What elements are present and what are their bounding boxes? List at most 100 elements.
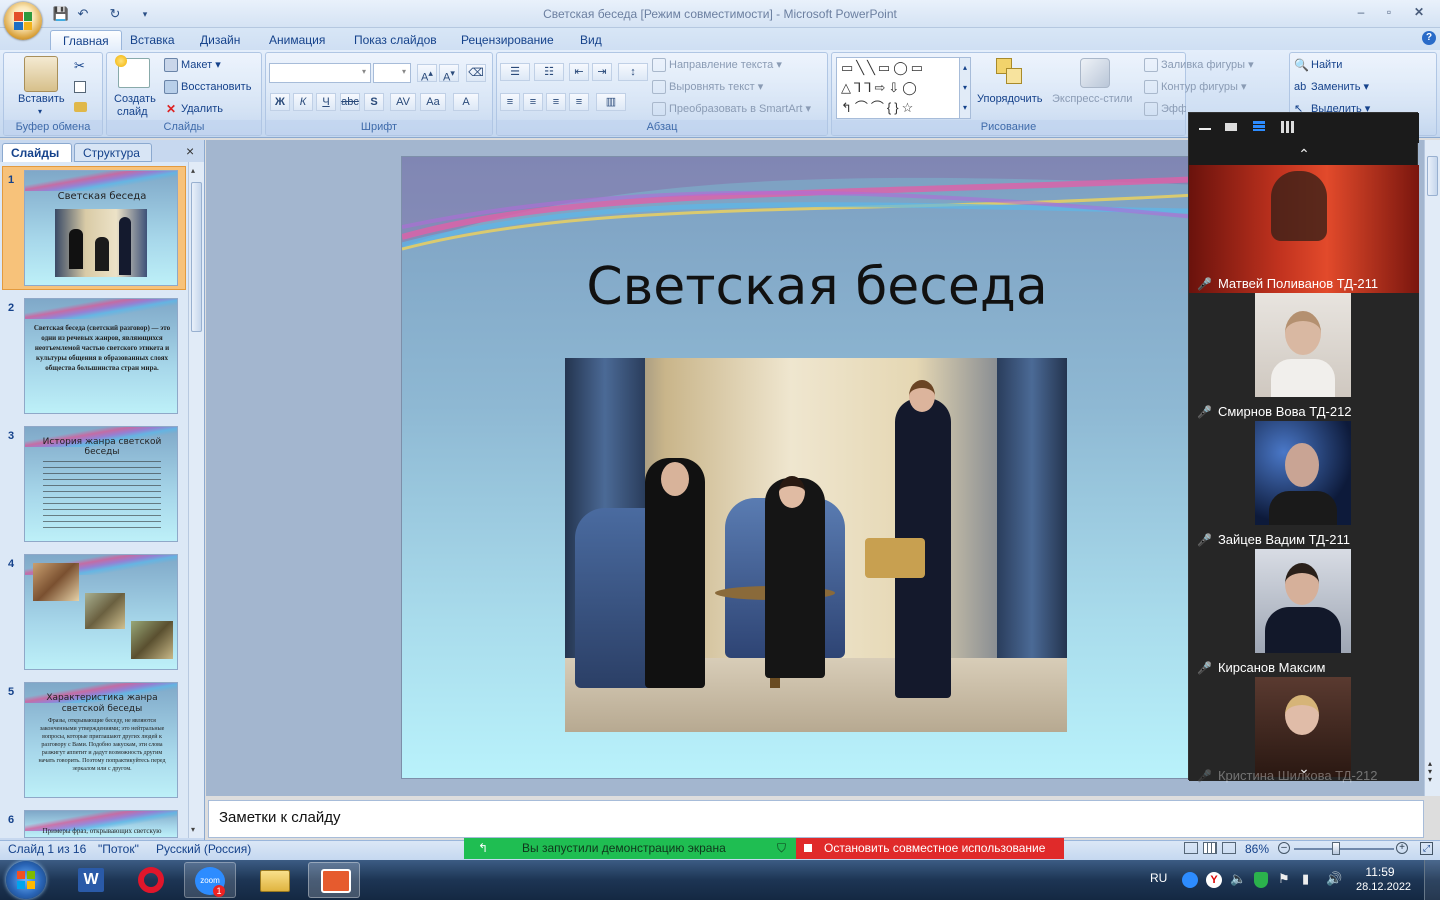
- font-color-icon[interactable]: A: [453, 93, 479, 111]
- zoom-slider-thumb[interactable]: [1332, 842, 1340, 855]
- taskbar-explorer[interactable]: [248, 862, 300, 898]
- panel-scrollbar[interactable]: ▴ ▾: [188, 162, 204, 838]
- slide-thumbnail-4[interactable]: [24, 554, 178, 670]
- zoom-hide-video-icon[interactable]: [1225, 123, 1237, 131]
- align-center-icon[interactable]: ≡: [523, 93, 543, 111]
- align-text-button[interactable]: Выровнять текст ▾: [652, 80, 763, 95]
- italic-icon[interactable]: К: [293, 93, 313, 111]
- slideshow-view-icon[interactable]: [1222, 842, 1236, 854]
- language-status[interactable]: Русский (Россия): [156, 842, 251, 856]
- help-icon[interactable]: ?: [1422, 31, 1436, 45]
- delete-button[interactable]: ✕ Удалить: [164, 102, 223, 116]
- cut-icon[interactable]: ✂: [74, 58, 85, 74]
- copy-icon[interactable]: [74, 81, 86, 93]
- tray-network-icon[interactable]: ▮: [1302, 871, 1309, 887]
- layout-button[interactable]: Макет ▾: [164, 58, 221, 73]
- tab-animation[interactable]: Анимация: [257, 30, 337, 50]
- smartart-button[interactable]: Преобразовать в SmartArt ▾: [652, 102, 811, 117]
- notes-pane[interactable]: Заметки к слайду: [208, 800, 1424, 838]
- increase-indent-icon[interactable]: ⇥: [592, 63, 612, 81]
- zoom-out-icon[interactable]: –: [1278, 842, 1290, 854]
- slide-scrollbar[interactable]: ▴ ▾ ▾: [1424, 140, 1440, 796]
- tray-yandex-icon[interactable]: Y: [1206, 872, 1222, 888]
- current-slide[interactable]: Светская беседа: [401, 156, 1245, 779]
- shapes-gallery[interactable]: ▭╲╲▭◯▭ △⅂⅂⇨⇩◯ ↰⌒⌒{}☆: [836, 57, 960, 119]
- font-name-select[interactable]: ▾: [269, 63, 371, 83]
- tab-home[interactable]: Главная: [50, 30, 122, 50]
- reset-button[interactable]: Восстановить: [164, 80, 251, 94]
- stop-share-button[interactable]: Остановить совместное использование: [796, 838, 1064, 859]
- zoom-level[interactable]: 86%: [1245, 842, 1269, 856]
- zoom-gallery-view-icon[interactable]: [1281, 121, 1294, 133]
- slide-thumbnail-1[interactable]: Светская беседа: [24, 170, 178, 286]
- align-right-icon[interactable]: ≡: [546, 93, 566, 111]
- shape-outline-button[interactable]: Контур фигуры ▾: [1144, 80, 1247, 95]
- tab-view[interactable]: Вид: [568, 30, 614, 50]
- shapes-gallery-scroll[interactable]: ▴ ▾ ▾: [959, 57, 971, 119]
- tab-design[interactable]: Дизайн: [188, 30, 252, 50]
- zoom-video-tile[interactable]: 🎤 Матвей Поливанов ТД-211: [1189, 165, 1419, 293]
- shrink-font-icon[interactable]: A▾: [439, 64, 459, 84]
- tab-slideshow[interactable]: Показ слайдов: [342, 30, 449, 50]
- tray-flag-icon[interactable]: ⚑: [1278, 871, 1290, 887]
- strikethrough-icon[interactable]: abc: [340, 93, 360, 111]
- tab-slides[interactable]: Слайды: [2, 143, 72, 162]
- zoom-minimize-icon[interactable]: [1199, 128, 1211, 130]
- line-spacing-icon[interactable]: ↕: [618, 63, 648, 81]
- restore-icon[interactable]: ▫: [1376, 2, 1402, 22]
- taskbar-opera[interactable]: [124, 862, 176, 898]
- office-button[interactable]: [4, 2, 42, 40]
- tab-outline[interactable]: Структура: [74, 143, 152, 162]
- panel-close-icon[interactable]: ×: [186, 143, 194, 159]
- taskbar-powerpoint[interactable]: [308, 862, 360, 898]
- tray-shield-icon[interactable]: [1254, 872, 1268, 888]
- clock-time[interactable]: 11:59: [1356, 865, 1404, 879]
- zoom-speaker-view-icon[interactable]: [1253, 121, 1265, 131]
- shadow-icon[interactable]: S: [364, 93, 384, 111]
- sorter-view-icon[interactable]: [1203, 842, 1217, 854]
- text-direction-button[interactable]: Направление текста ▾: [652, 58, 782, 73]
- taskbar-zoom[interactable]: zoom 1: [184, 862, 236, 898]
- clear-format-icon[interactable]: ⌫: [466, 64, 486, 82]
- close-icon[interactable]: ✕: [1406, 2, 1432, 22]
- bullets-icon[interactable]: ☰: [500, 63, 530, 81]
- change-case-icon[interactable]: Aa: [420, 93, 446, 111]
- tab-insert[interactable]: Вставка: [118, 30, 187, 50]
- columns-icon[interactable]: ▥: [596, 93, 626, 111]
- tray-sound-muted-icon[interactable]: 🔈: [1230, 871, 1246, 887]
- justify-icon[interactable]: ≡: [569, 93, 589, 111]
- find-button[interactable]: 🔍 Найти: [1294, 58, 1342, 72]
- slide-title[interactable]: Светская беседа: [402, 257, 1232, 317]
- zoom-in-icon[interactable]: +: [1396, 842, 1408, 854]
- tray-volume-icon[interactable]: 🔊: [1326, 871, 1342, 887]
- slide-photo[interactable]: [565, 358, 1067, 732]
- zoom-scroll-up-icon[interactable]: ⌃: [1189, 143, 1419, 165]
- new-slide-button[interactable]: Создать: [114, 93, 156, 105]
- input-language[interactable]: RU: [1150, 871, 1167, 885]
- arrange-button[interactable]: Упорядочить: [977, 93, 1042, 105]
- normal-view-icon[interactable]: [1184, 842, 1198, 854]
- slide-thumbnail-6[interactable]: Примеры фраз, открывающих светскую: [24, 810, 178, 838]
- shape-fill-button[interactable]: Заливка фигуры ▾: [1144, 58, 1254, 73]
- slide-thumbnail-3[interactable]: История жанра светской беседы: [24, 426, 178, 542]
- font-size-select[interactable]: ▾: [373, 63, 411, 83]
- show-desktop-button[interactable]: [1424, 860, 1440, 900]
- grow-font-icon[interactable]: A▴: [417, 64, 437, 84]
- tray-zoom-icon[interactable]: [1182, 872, 1198, 888]
- zoom-slider[interactable]: [1294, 848, 1394, 850]
- numbering-icon[interactable]: ☷: [534, 63, 564, 81]
- slide-thumbnail-5[interactable]: Характеристика жанра светской беседы Фра…: [24, 682, 178, 798]
- fit-window-icon[interactable]: ⤢: [1420, 842, 1433, 855]
- bold-icon[interactable]: Ж: [270, 93, 290, 111]
- tab-review[interactable]: Рецензирование: [449, 30, 566, 50]
- align-left-icon[interactable]: ≡: [500, 93, 520, 111]
- zoom-video-tile[interactable]: 🎤 Кирсанов Максим: [1189, 549, 1419, 677]
- start-button[interactable]: [6, 861, 46, 899]
- char-spacing-icon[interactable]: AV: [390, 93, 416, 111]
- taskbar-word[interactable]: W: [64, 862, 116, 898]
- underline-icon[interactable]: Ч: [316, 93, 336, 111]
- clock-date[interactable]: 28.12.2022: [1356, 881, 1411, 893]
- zoom-scroll-down-icon[interactable]: ⌄: [1189, 757, 1419, 779]
- quick-styles-button[interactable]: Экспресс-стили: [1052, 93, 1132, 105]
- zoom-video-tile[interactable]: 🎤 Смирнов Вова ТД-212: [1189, 293, 1419, 421]
